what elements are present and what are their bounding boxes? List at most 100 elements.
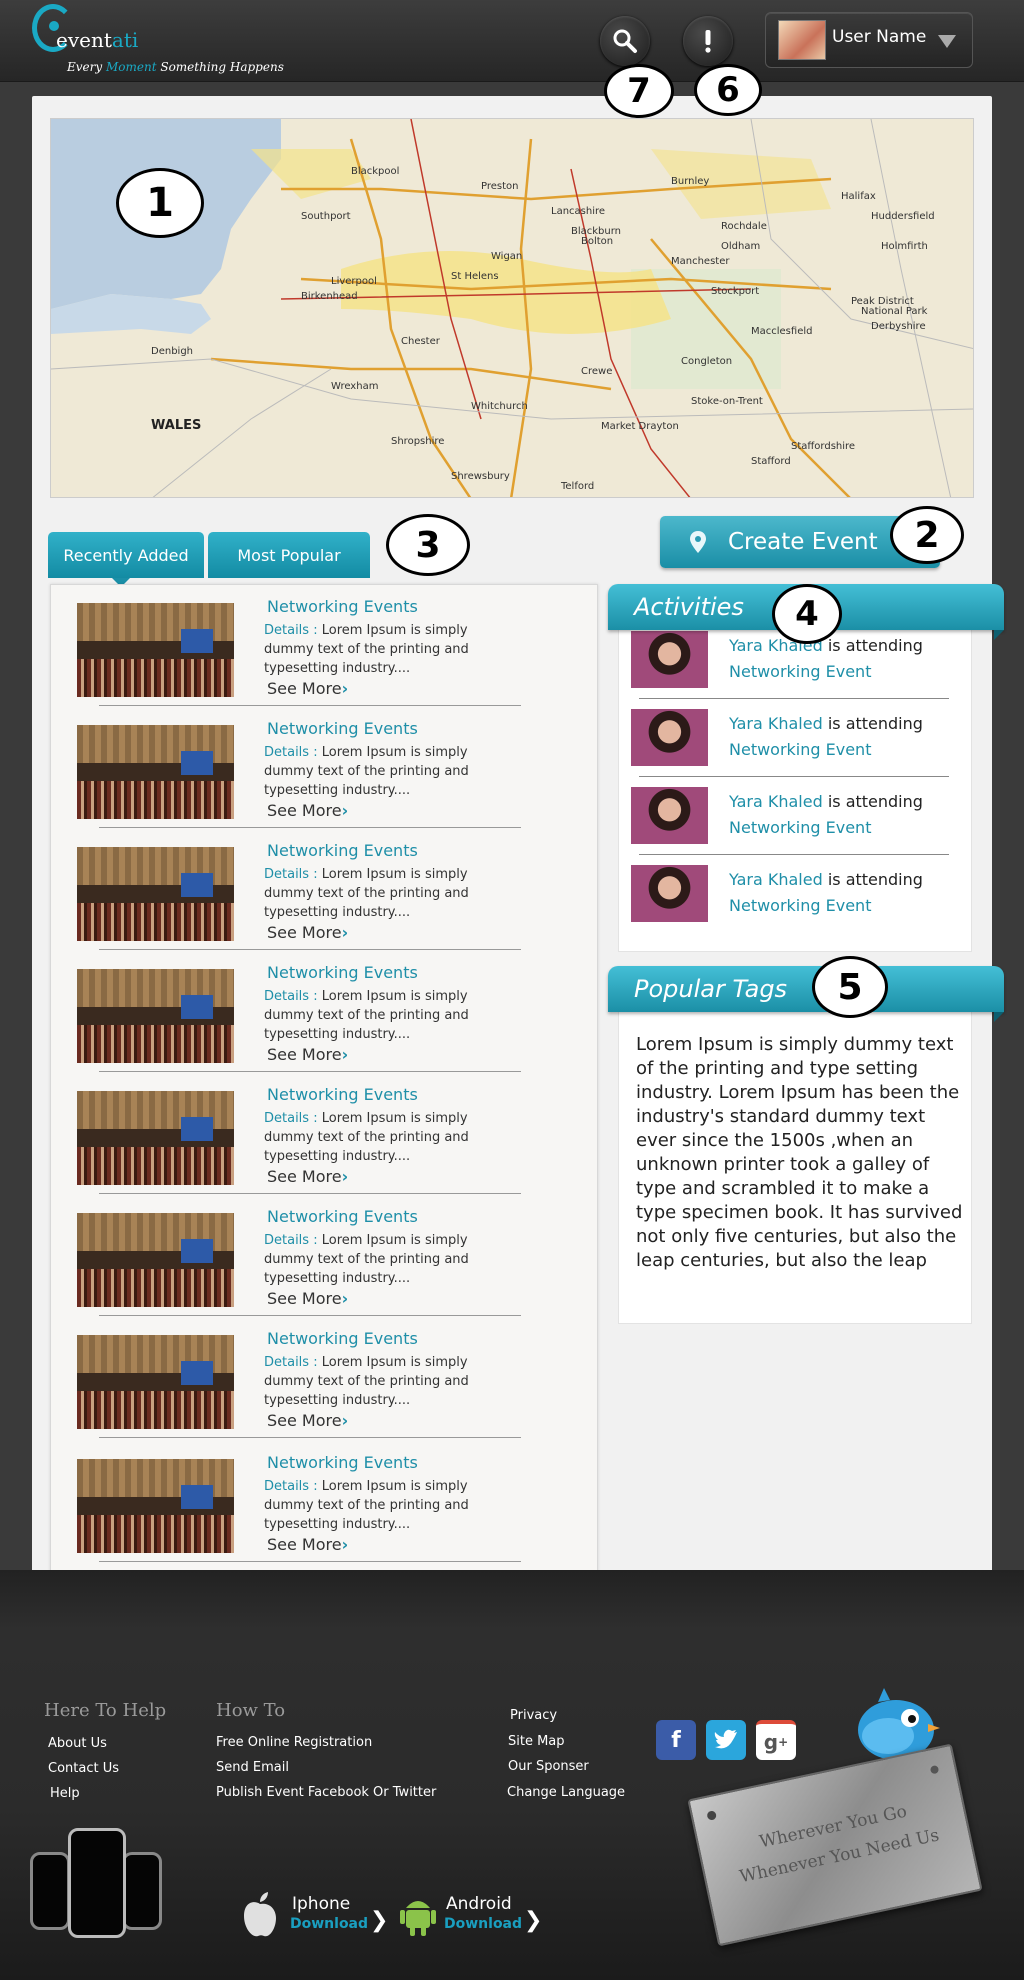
- event-description: Details : Lorem Ipsum is simply dummy te…: [264, 745, 469, 798]
- list-item[interactable]: Networking Events Details : Lorem Ipsum …: [51, 1317, 599, 1439]
- avatar[interactable]: [631, 709, 708, 766]
- see-more-link[interactable]: See More›: [267, 801, 348, 820]
- activity-user-link[interactable]: Yara Khaled: [729, 792, 823, 811]
- list-item[interactable]: Networking Events Details : Lorem Ipsum …: [51, 1195, 599, 1317]
- activity-user-link[interactable]: Yara Khaled: [729, 714, 823, 733]
- divider: [99, 1437, 521, 1438]
- event-title-link[interactable]: Networking Events: [267, 719, 418, 738]
- event-thumbnail[interactable]: [77, 969, 234, 1063]
- event-thumbnail[interactable]: [77, 1213, 234, 1307]
- footer-link-sponsor[interactable]: Our Sponser: [508, 1759, 589, 1774]
- avatar[interactable]: [631, 631, 708, 688]
- footer-heading-help: Here To Help: [44, 1700, 167, 1721]
- event-thumbnail[interactable]: [77, 847, 234, 941]
- footer-heading-howto: How To: [216, 1700, 286, 1721]
- divider: [99, 949, 521, 950]
- footer-link-send-email[interactable]: Send Email: [216, 1760, 289, 1775]
- list-item[interactable]: Networking Events Details : Lorem Ipsum …: [51, 951, 599, 1073]
- see-more-link[interactable]: See More›: [267, 679, 348, 698]
- svg-text:Crewe: Crewe: [581, 366, 612, 377]
- section-title: Popular Tags: [634, 975, 788, 1003]
- event-title-link[interactable]: Networking Events: [267, 1207, 418, 1226]
- see-more-link[interactable]: See More›: [267, 923, 348, 942]
- svg-text:Stockport: Stockport: [711, 286, 759, 297]
- see-more-link[interactable]: See More›: [267, 1045, 348, 1064]
- map-region-label: WALES: [151, 418, 201, 433]
- footer-link-publish[interactable]: Publish Event Facebook Or Twitter: [216, 1785, 436, 1800]
- popular-tags-text: Lorem Ipsum is simply dummy text of the …: [636, 1034, 963, 1271]
- event-title-link[interactable]: Networking Events: [267, 1453, 418, 1472]
- google-plus-icon[interactable]: g +: [756, 1720, 796, 1760]
- activity-event-link[interactable]: Networking Event: [729, 740, 871, 759]
- activity-user-link[interactable]: Yara Khaled: [729, 870, 823, 889]
- divider: [99, 1561, 521, 1562]
- iphone-download-badge[interactable]: Iphone Download ❯: [240, 1892, 390, 1942]
- event-map[interactable]: Preston Lancashire Burnley Blackpool Sou…: [50, 118, 974, 498]
- svg-text:Holmfirth: Holmfirth: [881, 241, 928, 252]
- event-title-link[interactable]: Networking Events: [267, 963, 418, 982]
- svg-text:Preston: Preston: [481, 181, 519, 192]
- section-title: Activities: [634, 593, 744, 621]
- tab-recently-added[interactable]: Recently Added: [48, 532, 204, 578]
- event-tabs: Recently Added Most Popular: [48, 532, 370, 578]
- svg-text:Derbyshire: Derbyshire: [871, 321, 926, 332]
- download-link[interactable]: Download: [444, 1916, 522, 1932]
- event-thumbnail[interactable]: [77, 725, 234, 819]
- event-description: Details : Lorem Ipsum is simply dummy te…: [264, 989, 469, 1042]
- callout-marker: 2: [890, 506, 964, 564]
- activity-text: Yara Khaled is attending Networking Event: [729, 636, 923, 681]
- footer-link-sitemap[interactable]: Site Map: [508, 1734, 565, 1749]
- avatar[interactable]: [631, 865, 708, 922]
- download-link[interactable]: Download: [290, 1916, 368, 1932]
- activity-event-link[interactable]: Networking Event: [729, 896, 871, 915]
- notifications-button[interactable]: [683, 16, 733, 66]
- list-item: Yara Khaled is attending Networking Event: [619, 777, 969, 855]
- plaque-text: Wherever You Go Whenever You Need Us: [737, 1801, 941, 1888]
- footer-link-contact[interactable]: Contact Us: [48, 1761, 119, 1776]
- twitter-bird-icon: [714, 1729, 737, 1749]
- list-item[interactable]: Networking Events Details : Lorem Ipsum …: [51, 585, 599, 707]
- app-name: Iphone: [292, 1894, 351, 1914]
- activity-event-link[interactable]: Networking Event: [729, 818, 871, 837]
- see-more-link[interactable]: See More›: [267, 1411, 348, 1430]
- list-item[interactable]: Networking Events Details : Lorem Ipsum …: [51, 707, 599, 829]
- footer-link-about[interactable]: About Us: [48, 1736, 107, 1751]
- user-menu[interactable]: User Name: [765, 12, 973, 68]
- facebook-icon[interactable]: f: [656, 1720, 696, 1760]
- events-list: Networking Events Details : Lorem Ipsum …: [50, 584, 598, 1580]
- event-description: Details : Lorem Ipsum is simply dummy te…: [264, 623, 469, 676]
- svg-text:Liverpool: Liverpool: [331, 276, 377, 287]
- event-thumbnail[interactable]: [77, 1091, 234, 1185]
- event-title-link[interactable]: Networking Events: [267, 1329, 418, 1348]
- event-thumbnail[interactable]: [77, 1335, 234, 1429]
- footer-link-privacy[interactable]: Privacy: [510, 1708, 557, 1723]
- footer-link-language[interactable]: Change Language: [507, 1785, 625, 1800]
- footer-link-help[interactable]: Help: [50, 1786, 80, 1801]
- see-more-link[interactable]: See More›: [267, 1535, 348, 1554]
- list-item[interactable]: Networking Events Details : Lorem Ipsum …: [51, 1441, 599, 1563]
- tab-most-popular[interactable]: Most Popular: [208, 532, 370, 578]
- event-thumbnail[interactable]: [77, 603, 234, 697]
- activity-event-link[interactable]: Networking Event: [729, 662, 871, 681]
- user-name: User Name: [832, 27, 927, 47]
- map-pin-icon: [690, 531, 706, 553]
- event-title-link[interactable]: Networking Events: [267, 1085, 418, 1104]
- see-more-link[interactable]: See More›: [267, 1289, 348, 1308]
- event-description: Details : Lorem Ipsum is simply dummy te…: [264, 1355, 469, 1408]
- site-logo[interactable]: eventati Every Moment Something Happens: [32, 4, 284, 76]
- event-description: Details : Lorem Ipsum is simply dummy te…: [264, 1479, 469, 1532]
- list-item[interactable]: Networking Events Details : Lorem Ipsum …: [51, 1073, 599, 1195]
- divider: [99, 1193, 521, 1194]
- list-item[interactable]: Networking Events Details : Lorem Ipsum …: [51, 829, 599, 951]
- event-title-link[interactable]: Networking Events: [267, 841, 418, 860]
- event-thumbnail[interactable]: [77, 1459, 234, 1553]
- search-button[interactable]: [600, 16, 650, 66]
- see-more-link[interactable]: See More›: [267, 1167, 348, 1186]
- svg-text:Market Drayton: Market Drayton: [601, 421, 679, 432]
- footer-link-registration[interactable]: Free Online Registration: [216, 1735, 372, 1750]
- svg-text:Oldham: Oldham: [721, 241, 760, 252]
- event-title-link[interactable]: Networking Events: [267, 597, 418, 616]
- avatar[interactable]: [631, 787, 708, 844]
- android-download-badge[interactable]: Android Download ❯: [400, 1892, 550, 1942]
- twitter-icon[interactable]: [706, 1720, 746, 1760]
